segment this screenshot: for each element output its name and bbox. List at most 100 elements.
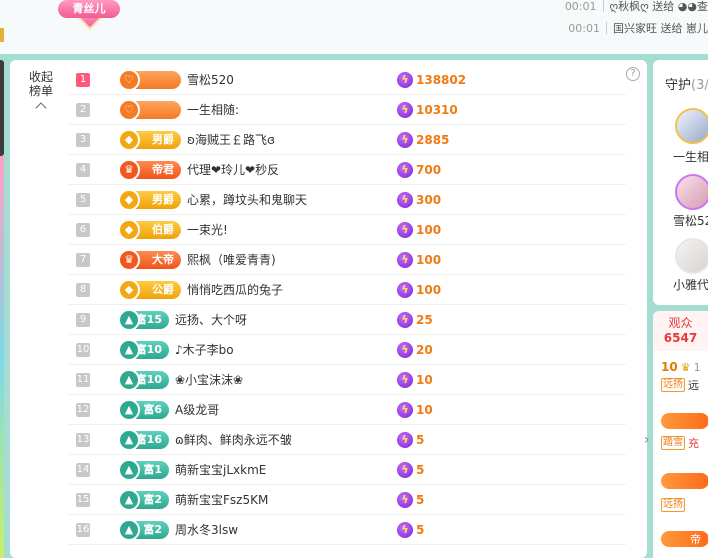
level-badge: ▲ 富10 [118, 338, 169, 361]
badge-icon: ♛ [118, 248, 140, 271]
ranking-row[interactable]: 5 ◆ 男爵 心累，蹲坟头和鬼聊天 ϟ 300 [68, 185, 626, 215]
avatar[interactable] [675, 238, 708, 274]
contribution-amount: 100 [416, 222, 442, 237]
user-name[interactable]: 代理❤玲儿❤秒反 [187, 161, 387, 178]
lightning-icon: ϟ [397, 371, 413, 388]
ranking-row[interactable]: 14 ▲ 富1 萌新宝宝jLxkmE ϟ 5 [68, 455, 626, 485]
audience-item[interactable]: 远扬 [661, 495, 685, 515]
level-badge: ◆ 公爵 [118, 278, 181, 301]
audience-item[interactable]: 10 ♛ 1 [661, 357, 701, 377]
contribution-amount: 10 [416, 372, 433, 387]
user-name[interactable]: A级龙哥 [175, 401, 375, 418]
contribution-value: ϟ 100 [397, 215, 441, 245]
collapse-ranking-button[interactable]: 收起 榜单 [28, 70, 54, 114]
ranking-row[interactable]: 9 ▲ 富15 远扬、大个呀 ϟ 25 [68, 305, 626, 335]
contribution-value: ϟ 100 [397, 275, 441, 305]
rank-number: 8 [76, 282, 90, 297]
user-name[interactable]: 一束光! [187, 221, 387, 238]
ranking-row[interactable]: 11 ▲ 富10 ❀小宝沫沫❀ ϟ 10 [68, 365, 626, 395]
ranking-row[interactable]: 7 ♛ 大帝 熙枫（唯爱青青) ϟ 100 [68, 245, 626, 275]
avatar[interactable] [675, 174, 708, 210]
lightning-icon: ϟ [397, 161, 413, 178]
lightning-icon: ϟ [397, 461, 413, 478]
ranking-row[interactable]: 4 ♛ 帝君 代理❤玲儿❤秒反 ϟ 700 [68, 155, 626, 185]
audience-item[interactable] [661, 411, 708, 431]
contribution-value: ϟ 300 [397, 185, 441, 215]
lightning-icon: ϟ [397, 131, 413, 148]
user-name[interactable]: ʚ海贼王￡路飞ɞ [187, 131, 387, 148]
chevron-up-icon [35, 102, 47, 114]
ranking-panel: 收起 榜单 ? 1 ♡ 雪松520 ϟ 138802 2 ♡ 一生相随: ϟ 10310 3 ◆ 男爵 ʚ… [10, 60, 647, 558]
rank-number: 9 [76, 312, 90, 327]
contribution-value: ϟ5 [397, 455, 424, 485]
guard-panel: 守护(3/ 一生相 雪松52 小雅代 [653, 60, 708, 305]
audience-item[interactable] [661, 471, 708, 491]
lightning-icon: ϟ [397, 521, 413, 538]
user-name[interactable]: 萌新宝宝Fsz5KM [175, 491, 375, 508]
user-name[interactable]: 远扬、大个呀 [175, 311, 375, 328]
user-name[interactable]: 周水冬3lsw [175, 521, 375, 538]
audience-item[interactable]: 远扬 远 [661, 375, 699, 395]
ranking-row[interactable]: 16 ▲ 富2 周水冬3lsw ϟ 5 [68, 515, 626, 545]
level-badge: ♡ [118, 68, 181, 91]
audience-item[interactable]: 帝 [661, 529, 708, 549]
ranking-row[interactable]: 13 ▲ 富16 ɷ鲜肉、鲜肉永远不皱 ϟ 5 [68, 425, 626, 455]
badge-icon: ▲ [118, 398, 140, 421]
ranking-row[interactable]: 6 ◆ 伯爵 一束光! ϟ 100 [68, 215, 626, 245]
contribution-value: ϟ5 [397, 515, 424, 545]
rank-number: 10 [76, 342, 90, 357]
badge-label: 富2 [143, 492, 162, 506]
avatar[interactable] [675, 108, 708, 144]
ranking-row[interactable]: 2 ♡ 一生相随: ϟ 10310 [68, 95, 626, 125]
contribution-amount: 10 [416, 402, 433, 417]
user-name[interactable]: 熙枫（唯爱青青) [187, 251, 387, 268]
ranking-row[interactable]: 10 ▲ 富10 ♪木子李bo ϟ 20 [68, 335, 626, 365]
gift-message: 00:01 国兴家旺 送给 崽儿 [568, 20, 708, 36]
badge-label: 富2 [143, 522, 162, 536]
level-badge: ◆ 男爵 [118, 128, 181, 151]
audience-name: 远 [688, 379, 699, 392]
user-name[interactable]: 心累，蹲坟头和鬼聊天 [187, 191, 387, 208]
rank-number: 4 [76, 162, 90, 177]
badge-icon: ▲ [118, 368, 140, 391]
lightning-icon: ϟ [397, 491, 413, 508]
fan-tag: 远扬 [661, 498, 685, 512]
badge-label: 大帝 [152, 252, 174, 266]
lightning-icon: ϟ [397, 221, 413, 238]
badge-label: 男爵 [152, 192, 174, 206]
guard-name: 小雅代 [673, 278, 708, 292]
badge-icon: ◆ [118, 218, 140, 241]
user-name[interactable]: 一生相随: [187, 101, 387, 118]
ranking-row[interactable]: 8 ◆ 公爵 悄悄吃西瓜的兔子 ϟ 100 [68, 275, 626, 305]
ranking-row[interactable]: 15 ▲ 富2 萌新宝宝Fsz5KM ϟ 5 [68, 485, 626, 515]
user-name[interactable]: ❀小宝沫沫❀ [175, 371, 375, 388]
contribution-value: ϟ 10 [397, 395, 433, 425]
contribution-amount: 300 [416, 192, 442, 207]
audience-count: 6547 [663, 331, 698, 345]
ranking-row[interactable]: 12 ▲ 富6 A级龙哥 ϟ 10 [68, 395, 626, 425]
contribution-amount: 5 [416, 462, 425, 477]
contribution-value: ϟ5 [397, 485, 424, 515]
ranking-row[interactable]: 1 ♡ 雪松520 ϟ 138802 [68, 65, 626, 95]
lightning-icon: ϟ [397, 311, 413, 328]
fan-tag: 远扬 [661, 378, 685, 392]
message-text: ღ秋枫ღ 送给 ◕◕查 [609, 0, 708, 13]
message-text: 国兴家旺 送给 崽儿 [613, 22, 708, 35]
ranking-row[interactable]: 3 ◆ 男爵 ʚ海贼王￡路飞ɞ ϟ 2885 [68, 125, 626, 155]
level-badge: ◆ 男爵 [118, 188, 181, 211]
user-name[interactable]: 萌新宝宝jLxkmE [175, 461, 375, 478]
help-icon[interactable]: ? [626, 67, 640, 81]
fan-club-badge[interactable]: 青丝儿 [58, 0, 120, 36]
guard-name: 一生相 [673, 150, 708, 164]
user-name[interactable]: 悄悄吃西瓜的兔子 [187, 281, 387, 298]
message-time: 00:01 [564, 0, 597, 13]
audience-item[interactable]: 踏雪 充 [661, 433, 699, 453]
crown-icon: ♛ [680, 360, 691, 374]
rank-number: 14 [76, 462, 90, 477]
rank-number: 15 [76, 492, 90, 507]
contribution-amount: 2885 [416, 132, 450, 147]
user-name[interactable]: 雪松520 [187, 71, 387, 88]
user-name[interactable]: ɷ鲜肉、鲜肉永远不皱 [175, 431, 375, 448]
rank-number: 11 [76, 372, 90, 387]
user-name[interactable]: ♪木子李bo [175, 341, 375, 358]
